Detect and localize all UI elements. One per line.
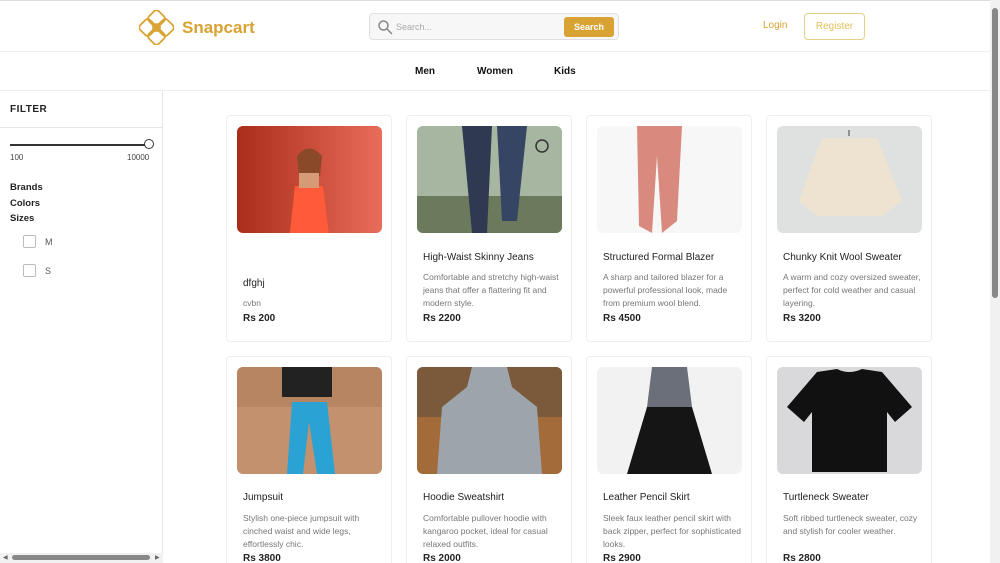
product-photo-icon: [237, 367, 382, 474]
product-card[interactable]: Hoodie Sweatshirt Comfortable pullover h…: [406, 356, 572, 563]
search-button[interactable]: Search: [564, 17, 614, 37]
search-input[interactable]: [396, 17, 561, 37]
product-title[interactable]: Hoodie Sweatshirt: [423, 492, 504, 503]
product-title[interactable]: Structured Formal Blazer: [603, 252, 714, 263]
size-option-s[interactable]: S: [23, 264, 51, 277]
brand-logo[interactable]: Snapcart: [139, 10, 255, 45]
horizontal-scroll-thumb[interactable]: [12, 555, 150, 560]
facet-sizes[interactable]: Sizes: [10, 213, 34, 224]
product-description: cvbn: [243, 298, 261, 308]
product-image[interactable]: [777, 126, 922, 233]
product-image[interactable]: [417, 126, 562, 233]
product-title[interactable]: Leather Pencil Skirt: [603, 492, 690, 503]
scroll-left-icon[interactable]: ◀: [3, 554, 8, 561]
product-price: Rs 3200: [783, 313, 821, 324]
register-button[interactable]: Register: [804, 13, 865, 40]
size-s-label: S: [45, 265, 52, 276]
site-header: Snapcart Search Login Register: [0, 0, 990, 52]
product-card[interactable]: High-Waist Skinny Jeans Comfortable and …: [406, 115, 572, 342]
product-title[interactable]: Turtleneck Sweater: [783, 492, 869, 503]
product-photo-icon: [417, 367, 562, 474]
product-price: Rs 2900: [603, 553, 641, 563]
product-image[interactable]: [597, 126, 742, 233]
brand-name: Snapcart: [182, 17, 255, 37]
price-max-label: 10000: [127, 153, 150, 162]
size-m-checkbox[interactable]: [23, 235, 36, 248]
login-link[interactable]: Login: [763, 20, 787, 31]
product-title[interactable]: dfghj: [243, 278, 265, 289]
product-image[interactable]: [237, 126, 382, 233]
product-description: A warm and cozy oversized sweater, perfe…: [783, 272, 921, 308]
product-photo-icon: [597, 126, 742, 233]
product-description: A sharp and tailored blazer for a powerf…: [603, 272, 728, 308]
product-price: Rs 2000: [423, 553, 461, 563]
product-description: Sleek faux leather pencil skirt with bac…: [603, 513, 741, 549]
category-men[interactable]: Men: [415, 66, 435, 77]
vertical-scroll-thumb[interactable]: [992, 8, 998, 298]
product-price: Rs 3800: [243, 553, 281, 563]
product-photo-icon: [777, 367, 922, 474]
product-card[interactable]: Leather Pencil Skirt Sleek faux leather …: [586, 356, 752, 563]
size-m-label: M: [45, 236, 53, 247]
size-s-checkbox[interactable]: [23, 264, 36, 277]
divider: [0, 127, 163, 128]
category-nav: Men Women Kids: [0, 52, 990, 91]
price-range-track[interactable]: [10, 144, 150, 146]
product-card[interactable]: Turtleneck Sweater Soft ribbed turtlenec…: [766, 356, 932, 563]
search-icon: [378, 20, 393, 35]
filter-sidebar: FILTER 100 10000 Brands Colors Sizes M S: [0, 91, 163, 563]
product-description: Comfortable and stretchy high-waist jean…: [423, 272, 559, 308]
product-description: Comfortable pullover hoodie with kangaro…: [423, 513, 548, 549]
product-image[interactable]: [597, 367, 742, 474]
product-photo-icon: [597, 367, 742, 474]
price-range-handle[interactable]: [144, 139, 154, 149]
product-card[interactable]: Chunky Knit Wool Sweater A warm and cozy…: [766, 115, 932, 342]
product-description: Soft ribbed turtleneck sweater, cozy and…: [783, 513, 918, 536]
category-kids[interactable]: Kids: [554, 66, 576, 77]
product-price: Rs 4500: [603, 313, 641, 324]
product-photo-icon: [777, 126, 922, 233]
facet-colors[interactable]: Colors: [10, 198, 40, 209]
horizontal-scrollbar[interactable]: ◀ ▶: [0, 553, 163, 563]
product-description: Stylish one-piece jumpsuit with cinched …: [243, 513, 360, 549]
search-bar: Search: [369, 13, 619, 40]
product-title[interactable]: High-Waist Skinny Jeans: [423, 252, 534, 263]
vertical-scrollbar[interactable]: [990, 0, 1000, 563]
product-price: Rs 2800: [783, 553, 821, 563]
filter-title: FILTER: [10, 104, 48, 115]
product-photo-icon: [237, 126, 382, 233]
product-image[interactable]: [777, 367, 922, 474]
product-image[interactable]: [417, 367, 562, 474]
product-title[interactable]: Chunky Knit Wool Sweater: [783, 252, 902, 263]
facet-brands[interactable]: Brands: [10, 182, 43, 193]
product-image[interactable]: [237, 367, 382, 474]
scroll-right-icon[interactable]: ▶: [155, 554, 160, 561]
product-price: Rs 2200: [423, 313, 461, 324]
price-min-label: 100: [10, 153, 24, 162]
size-option-m[interactable]: M: [23, 235, 53, 248]
product-title[interactable]: Jumpsuit: [243, 492, 283, 503]
product-card[interactable]: Jumpsuit Stylish one-piece jumpsuit with…: [226, 356, 392, 563]
product-price: Rs 200: [243, 313, 276, 324]
product-card[interactable]: dfghj cvbn Rs 200: [226, 115, 392, 342]
category-women[interactable]: Women: [477, 66, 513, 77]
snapcart-logo-icon: [139, 10, 174, 45]
product-photo-icon: [417, 126, 562, 233]
product-card[interactable]: Structured Formal Blazer A sharp and tai…: [586, 115, 752, 342]
